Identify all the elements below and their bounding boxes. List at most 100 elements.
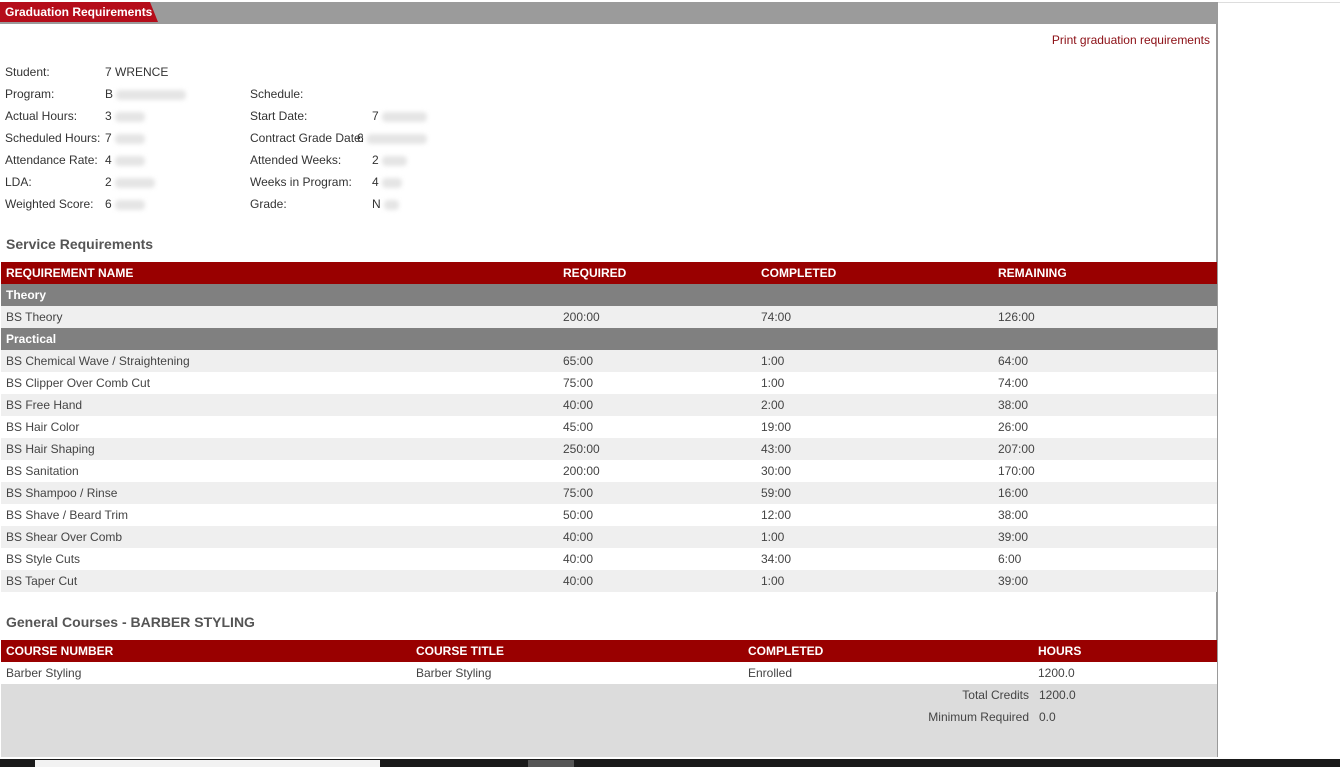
scheduled-hours-label: Scheduled Hours:	[5, 131, 101, 145]
grade-value: N	[372, 196, 400, 212]
cell-required: 250:00	[558, 438, 756, 460]
cell-remaining: 64:00	[993, 350, 1217, 372]
weeks-in-program-value: 4	[372, 174, 403, 190]
cell-required: 40:00	[558, 570, 756, 592]
table-row: BS Style Cuts 40:00 34:00 6:00	[1, 548, 1217, 570]
col-course-completed[interactable]: COMPLETED	[743, 640, 1033, 662]
cell-remaining: 170:00	[993, 460, 1217, 482]
cell-hours: 1200.0	[1033, 662, 1217, 684]
table-row: BS Chemical Wave / Straightening 65:00 1…	[1, 350, 1217, 372]
cell-name: BS Sanitation	[1, 460, 558, 482]
scheduled-hours-value: 7	[105, 130, 146, 146]
cell-remaining: 26:00	[993, 416, 1217, 438]
cell-completed: 1:00	[756, 350, 993, 372]
col-required[interactable]: REQUIRED	[558, 262, 756, 284]
cell-completed: 1:00	[756, 372, 993, 394]
cell-completed: 2:00	[756, 394, 993, 416]
cell-required: 40:00	[558, 526, 756, 548]
cell-name: BS Taper Cut	[1, 570, 558, 592]
general-courses-table: COURSE NUMBER COURSE TITLE COMPLETED HOU…	[1, 640, 1217, 684]
col-course-number[interactable]: COURSE NUMBER	[1, 640, 411, 662]
taskbar-item[interactable]	[528, 760, 574, 767]
print-graduation-requirements-link[interactable]: Print graduation requirements	[1052, 33, 1210, 47]
table-row: BS Shampoo / Rinse 75:00 59:00 16:00	[1, 482, 1217, 504]
total-credits-value: 1200.0	[1039, 688, 1076, 702]
cell-required: 50:00	[558, 504, 756, 526]
contract-grade-date-value: 6	[357, 130, 428, 146]
cell-completed: 12:00	[756, 504, 993, 526]
lda-label: LDA:	[5, 175, 32, 189]
weeks-in-program-label: Weeks in Program:	[250, 175, 352, 189]
graduation-requirements-panel: Graduation Requirements Print graduation…	[0, 2, 1218, 757]
service-header-row: REQUIREMENT NAME REQUIRED COMPLETED REMA…	[1, 262, 1217, 284]
cell-required: 45:00	[558, 416, 756, 438]
student-value: 7 WRENCE	[105, 65, 169, 79]
cell-remaining: 207:00	[993, 438, 1217, 460]
cell-required: 40:00	[558, 394, 756, 416]
cell-name: BS Style Cuts	[1, 548, 558, 570]
cell-completed: 1:00	[756, 526, 993, 548]
contract-grade-date-label: Contract Grade Date:	[250, 131, 365, 145]
cell-required: 200:00	[558, 460, 756, 482]
cell-course-completed: Enrolled	[743, 662, 1033, 684]
student-label: Student:	[5, 65, 50, 79]
program-value: B	[105, 86, 187, 102]
general-courses-title: General Courses - BARBER STYLING	[6, 614, 255, 630]
cell-remaining: 39:00	[993, 526, 1217, 548]
cell-name: BS Clipper Over Comb Cut	[1, 372, 558, 394]
attendance-rate-label: Attendance Rate:	[5, 153, 98, 167]
taskbar-item[interactable]	[35, 760, 380, 767]
schedule-label: Schedule:	[250, 87, 304, 101]
minimum-required-row: Minimum Required 0.0	[1, 706, 1217, 728]
cell-required: 200:00	[558, 306, 756, 328]
cell-remaining: 126:00	[993, 306, 1217, 328]
cell-required: 75:00	[558, 372, 756, 394]
attendance-rate-value: 4	[105, 152, 146, 168]
cell-completed: 19:00	[756, 416, 993, 438]
cell-name: BS Shear Over Comb	[1, 526, 558, 548]
cell-completed: 34:00	[756, 548, 993, 570]
cell-name: BS Shampoo / Rinse	[1, 482, 558, 504]
cell-completed: 30:00	[756, 460, 993, 482]
cell-name: BS Theory	[1, 306, 558, 328]
group-label: Practical	[1, 328, 1217, 350]
cell-completed: 43:00	[756, 438, 993, 460]
weighted-score-label: Weighted Score:	[5, 197, 94, 211]
cell-name: BS Chemical Wave / Straightening	[1, 350, 558, 372]
start-date-label: Start Date:	[250, 109, 308, 123]
table-row: BS Shave / Beard Trim 50:00 12:00 38:00	[1, 504, 1217, 526]
start-date-value: 7	[372, 108, 428, 124]
col-requirement-name[interactable]: REQUIREMENT NAME	[1, 262, 558, 284]
cell-completed: 1:00	[756, 570, 993, 592]
cell-remaining: 38:00	[993, 394, 1217, 416]
cell-name: BS Shave / Beard Trim	[1, 504, 558, 526]
top-divider	[1218, 2, 1340, 3]
panel-header: Graduation Requirements	[0, 2, 1218, 24]
attended-weeks-value: 2	[372, 152, 408, 168]
group-label: Theory	[1, 284, 1217, 306]
table-row: BS Shear Over Comb 40:00 1:00 39:00	[1, 526, 1217, 548]
cell-completed: 74:00	[756, 306, 993, 328]
total-credits-row: Total Credits 1200.0	[1, 684, 1217, 706]
table-row: BS Hair Color 45:00 19:00 26:00	[1, 416, 1217, 438]
col-hours[interactable]: HOURS	[1033, 640, 1217, 662]
cell-course-title: Barber Styling	[411, 662, 743, 684]
courses-header-row: COURSE NUMBER COURSE TITLE COMPLETED HOU…	[1, 640, 1217, 662]
table-row: BS Hair Shaping 250:00 43:00 207:00	[1, 438, 1217, 460]
table-row: BS Sanitation 200:00 30:00 170:00	[1, 460, 1217, 482]
cell-course-number: Barber Styling	[1, 662, 411, 684]
program-label: Program:	[5, 87, 55, 101]
weighted-score-value: 6	[105, 196, 146, 212]
cell-name: BS Hair Shaping	[1, 438, 558, 460]
table-row: BS Taper Cut 40:00 1:00 39:00	[1, 570, 1217, 592]
cell-completed: 59:00	[756, 482, 993, 504]
col-completed[interactable]: COMPLETED	[756, 262, 993, 284]
col-course-title[interactable]: COURSE TITLE	[411, 640, 743, 662]
panel-title-tab: Graduation Requirements	[0, 2, 158, 22]
actual-hours-value: 3	[105, 108, 146, 124]
col-remaining[interactable]: REMAINING	[993, 262, 1217, 284]
cell-required: 75:00	[558, 482, 756, 504]
group-row-practical: Practical	[1, 328, 1217, 350]
cell-name: BS Free Hand	[1, 394, 558, 416]
table-row: BS Clipper Over Comb Cut 75:00 1:00 74:0…	[1, 372, 1217, 394]
